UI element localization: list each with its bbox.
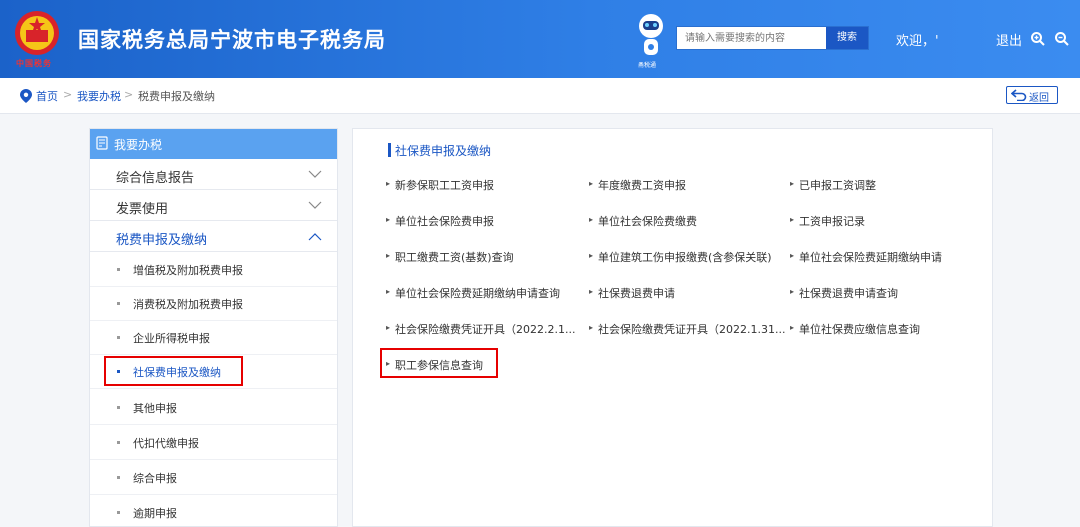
service-link-label: 工资申报记录 <box>799 215 865 228</box>
service-link-label: 社会保险缴费凭证开具（2022.1.31... <box>598 323 786 336</box>
emblem-text: 中国税务 <box>16 59 52 68</box>
breadcrumb-home[interactable]: 首页 <box>36 88 58 104</box>
search-button[interactable]: 搜索 <box>826 27 868 49</box>
bullet-icon <box>117 370 120 373</box>
chevron-up-icon <box>308 233 322 241</box>
sidebar-item-label: 综合信息报告 <box>116 171 195 186</box>
sidebar: 我要办税 综合信息报告 发票使用 税费申报及缴纳 增值税及附加税费申报 消费税及… <box>89 128 338 527</box>
top-header: 中国税务 国家税务总局宁波市电子税务局 甬税通 搜索 欢迎，' 退出 <box>0 0 1080 78</box>
service-link-label: 职工缴费工资(基数)查询 <box>395 251 514 264</box>
breadcrumb-section[interactable]: 我要办税 <box>77 88 121 104</box>
bullet-icon <box>117 268 120 271</box>
zoom-in-icon[interactable] <box>1030 31 1046 47</box>
service-link-label: 单位社保费应缴信息查询 <box>799 323 920 336</box>
site-title: 国家税务总局宁波市电子税务局 <box>78 28 386 52</box>
breadcrumb-separator: > <box>124 88 134 101</box>
bullet-icon <box>117 476 120 479</box>
service-link-label: 单位社会保险费延期缴纳申请查询 <box>395 287 560 300</box>
sidebar-item-info-report[interactable]: 综合信息报告 <box>90 159 337 190</box>
sub-item-label: 消费税及附加税费申报 <box>133 298 243 311</box>
sidebar-item-invoice[interactable]: 发票使用 <box>90 190 337 221</box>
triangle-right-icon: ▸ <box>589 287 594 296</box>
service-link-label: 社保费退费申请 <box>598 287 675 300</box>
triangle-right-icon: ▸ <box>790 323 795 332</box>
breadcrumb: 首页 > 我要办税 > 税费申报及缴纳 返回 <box>0 78 1080 114</box>
triangle-right-icon: ▸ <box>386 323 391 332</box>
main-content: 社保费申报及缴纳 ▸ 新参保职工工资申报 ▸ 年度缴费工资申报 ▸ 已申报工资调整 ▸… <box>352 128 993 527</box>
sub-item-vat[interactable]: 增值税及附加税费申报 <box>90 253 337 287</box>
sub-item-label: 代扣代缴申报 <box>133 437 199 450</box>
zoom-out-icon[interactable] <box>1054 31 1070 47</box>
robot-assistant-icon[interactable] <box>634 12 668 62</box>
sub-item-label: 社保费申报及缴纳 <box>133 366 221 379</box>
triangle-right-icon: ▸ <box>386 251 391 260</box>
breadcrumb-separator: > <box>63 88 73 101</box>
logout-link[interactable]: 退出 <box>996 30 1022 49</box>
chevron-down-icon <box>308 170 322 178</box>
service-link-label: 单位社会保险费延期缴纳申请 <box>799 251 942 264</box>
triangle-right-icon: ▸ <box>589 215 594 224</box>
service-link-label: 职工参保信息查询 <box>395 359 483 372</box>
triangle-right-icon: ▸ <box>790 251 795 260</box>
sub-item-overdue[interactable]: 逾期申报 <box>90 496 337 526</box>
service-link-label: 单位社会保险费申报 <box>395 215 494 228</box>
triangle-right-icon: ▸ <box>386 287 391 296</box>
bullet-icon <box>117 511 120 514</box>
sidebar-header-label: 我要办税 <box>114 138 163 152</box>
triangle-right-icon: ▸ <box>589 251 594 260</box>
bullet-icon <box>117 336 120 339</box>
sub-item-withholding[interactable]: 代扣代缴申报 <box>90 426 337 460</box>
triangle-right-icon: ▸ <box>790 215 795 224</box>
search-input[interactable] <box>677 27 827 49</box>
service-link-label: 单位建筑工伤申报缴费(含参保关联) <box>598 251 772 264</box>
triangle-right-icon: ▸ <box>589 179 594 188</box>
section-title: 社保费申报及缴纳 <box>395 144 492 158</box>
welcome-text: 欢迎，' <box>896 34 939 49</box>
service-link-label: 社保费退费申请查询 <box>799 287 898 300</box>
triangle-right-icon: ▸ <box>386 215 391 224</box>
triangle-right-icon: ▸ <box>790 179 795 188</box>
document-edit-icon <box>96 136 108 150</box>
breadcrumb-current: 税费申报及缴纳 <box>138 90 215 103</box>
sub-item-corporate-income[interactable]: 企业所得税申报 <box>90 321 337 355</box>
sidebar-item-label: 税费申报及缴纳 <box>116 233 208 248</box>
service-link-label: 新参保职工工资申报 <box>395 179 494 192</box>
sidebar-item-label: 发票使用 <box>116 202 169 217</box>
bullet-icon <box>117 406 120 409</box>
sub-item-label: 逾期申报 <box>133 507 177 520</box>
sub-item-consumption[interactable]: 消费税及附加税费申报 <box>90 287 337 321</box>
return-arrow-icon <box>1011 89 1027 101</box>
sub-item-comprehensive[interactable]: 综合申报 <box>90 461 337 495</box>
triangle-right-icon: ▸ <box>790 287 795 296</box>
service-link-label: 已申报工资调整 <box>799 179 876 192</box>
sidebar-item-tax-filing[interactable]: 税费申报及缴纳 <box>90 221 337 252</box>
back-label: 返回 <box>1029 93 1049 104</box>
triangle-right-icon: ▸ <box>386 179 391 188</box>
sub-item-social-insurance[interactable]: 社保费申报及缴纳 <box>90 355 337 389</box>
service-link-label: 单位社会保险费缴费 <box>598 215 697 228</box>
chevron-down-icon <box>308 201 322 209</box>
location-pin-icon <box>20 89 32 103</box>
service-link-label: 年度缴费工资申报 <box>598 179 686 192</box>
search-box: 搜索 <box>676 26 869 50</box>
sub-item-label: 综合申报 <box>133 472 177 485</box>
triangle-right-icon: ▸ <box>386 359 391 368</box>
sidebar-header: 我要办税 <box>90 129 337 159</box>
bullet-icon <box>117 441 120 444</box>
service-link-label: 社会保险缴费凭证开具（2022.2.1... <box>395 323 576 336</box>
back-button[interactable]: 返回 <box>1006 86 1058 104</box>
sub-item-label: 企业所得税申报 <box>133 332 210 345</box>
bullet-icon <box>117 302 120 305</box>
sub-item-label: 其他申报 <box>133 402 177 415</box>
triangle-right-icon: ▸ <box>589 323 594 332</box>
tax-emblem-icon <box>15 11 59 55</box>
sub-item-other[interactable]: 其他申报 <box>90 391 337 425</box>
sub-item-label: 增值税及附加税费申报 <box>133 264 243 277</box>
section-marker <box>388 143 391 157</box>
robot-label: 甬税通 <box>638 62 657 69</box>
